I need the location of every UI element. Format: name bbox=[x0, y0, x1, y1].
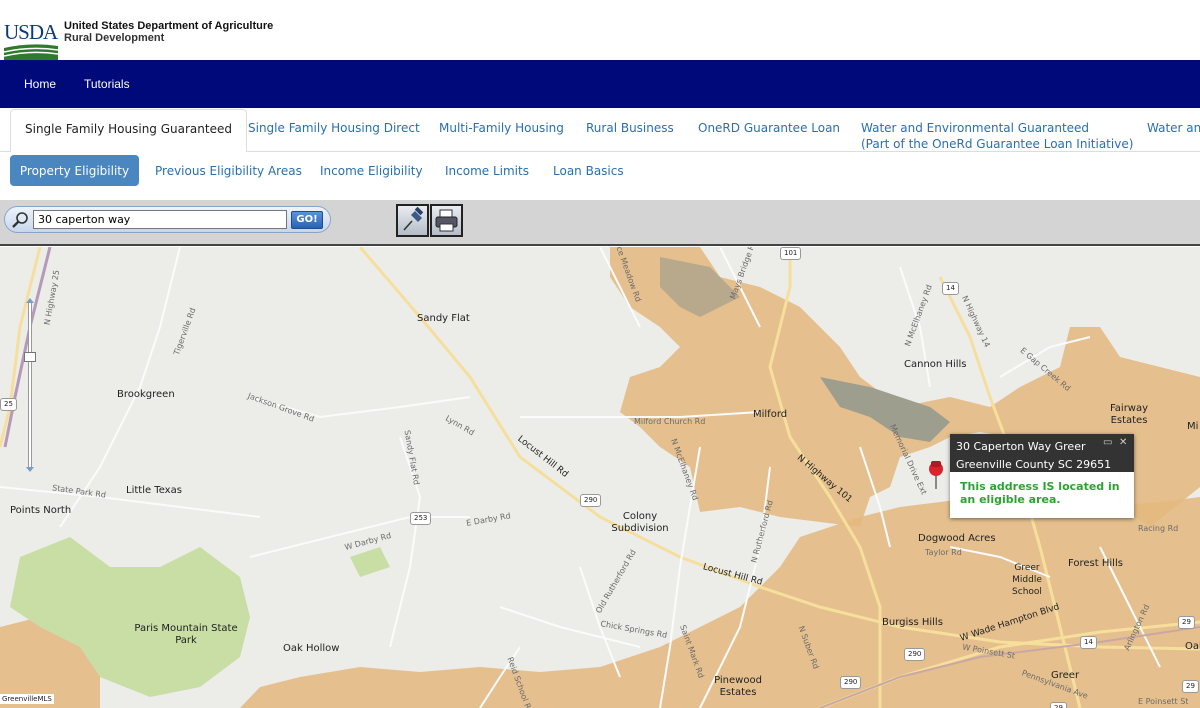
place-label: Forest Hills bbox=[1068, 558, 1123, 569]
place-label: Mi bbox=[1187, 421, 1199, 432]
road-label: E Poinsett St bbox=[1138, 697, 1189, 706]
place-label: Greer Middle School bbox=[1012, 563, 1042, 597]
road-label: Milford Church Rd bbox=[634, 417, 706, 426]
place-label: Little Texas bbox=[126, 485, 182, 496]
route-shield: 29 bbox=[1178, 616, 1195, 629]
print-button[interactable] bbox=[430, 204, 463, 237]
tab-multi-family[interactable]: Multi-Family Housing bbox=[439, 120, 564, 136]
place-label: Pinewood Estates bbox=[714, 675, 762, 698]
usda-logo[interactable]: USDA bbox=[2, 10, 58, 60]
place-label: Sandy Flat bbox=[417, 313, 470, 324]
route-shield: 14 bbox=[942, 282, 959, 295]
logo-field-icon bbox=[4, 44, 58, 60]
tab-rural-business[interactable]: Rural Business bbox=[586, 120, 674, 136]
go-button[interactable]: GO! bbox=[291, 211, 323, 229]
search-box: GO! bbox=[4, 206, 331, 233]
zoom-slider[interactable] bbox=[24, 296, 36, 476]
tab-onerd-loan[interactable]: OneRD Guarantee Loan bbox=[698, 120, 840, 136]
tab-previous-areas[interactable]: Previous Eligibility Areas bbox=[155, 164, 302, 178]
location-pin-icon bbox=[929, 461, 943, 489]
place-label: Brookgreen bbox=[117, 389, 175, 400]
nav-tutorials[interactable]: Tutorials bbox=[84, 77, 130, 91]
place-label: Oak bbox=[1185, 641, 1200, 652]
eligibility-message: This address IS located in an eligible a… bbox=[960, 480, 1120, 506]
search-icon bbox=[12, 212, 28, 228]
route-shield: 25 bbox=[0, 398, 17, 411]
agency-line1: United States Department of Agriculture bbox=[64, 20, 274, 32]
map-toolbar: GO! bbox=[0, 200, 1200, 246]
zoom-in-icon[interactable] bbox=[24, 296, 36, 304]
zoom-out-icon[interactable] bbox=[24, 466, 36, 474]
tab-sfh-guaranteed[interactable]: Single Family Housing Guaranteed bbox=[10, 109, 247, 153]
address-popup: 30 Caperton Way Greer Greenville County … bbox=[950, 434, 1134, 518]
route-shield: 290 bbox=[840, 676, 862, 689]
agency-line2: Rural Development bbox=[64, 32, 165, 44]
tab-water-env-label: Water and Environmental Guaranteed bbox=[861, 121, 1090, 135]
mls-watermark: GreenvilleMLS bbox=[0, 694, 54, 704]
route-shield: 290 bbox=[904, 648, 926, 661]
route-shield: 290 bbox=[580, 494, 602, 507]
road-label: Taylor Rd bbox=[925, 548, 962, 557]
place-label: Burgiss Hills bbox=[882, 617, 943, 628]
zoom-track[interactable] bbox=[28, 302, 32, 470]
tab-property-eligibility[interactable]: Property Eligibility bbox=[10, 155, 139, 186]
zoom-handle[interactable] bbox=[24, 352, 36, 362]
tab-income-limits[interactable]: Income Limits bbox=[445, 164, 529, 178]
park-area-small bbox=[350, 547, 390, 577]
printer-icon bbox=[435, 209, 458, 232]
tab-water-env-sub: (Part of the OneRd Guarantee Loan Initia… bbox=[861, 137, 1134, 151]
route-shield: 29 bbox=[1182, 680, 1199, 693]
tab-sfh-direct[interactable]: Single Family Housing Direct bbox=[248, 120, 420, 136]
close-icon[interactable]: ✕ bbox=[1119, 437, 1127, 448]
place-label: Dogwood Acres bbox=[918, 533, 996, 544]
place-label: Fairway Estates bbox=[1109, 403, 1149, 426]
tab-income-eligibility[interactable]: Income Eligibility bbox=[320, 164, 423, 178]
pushpin-icon bbox=[403, 206, 424, 231]
nav-home[interactable]: Home bbox=[24, 77, 56, 91]
place-label: Oak Hollow bbox=[283, 643, 340, 654]
agency-name: United States Department of Agriculture … bbox=[64, 20, 273, 44]
sub-tabs: Property Eligibility Previous Eligibilit… bbox=[0, 152, 1200, 200]
route-shield: 253 bbox=[410, 512, 432, 525]
route-shield: 101 bbox=[780, 247, 802, 260]
tab-water-more[interactable]: Water and bbox=[1147, 120, 1200, 136]
site-header: USDA United States Department of Agricul… bbox=[0, 0, 1200, 60]
place-label: Points North bbox=[10, 505, 72, 516]
top-nav: Home Tutorials bbox=[0, 60, 1200, 108]
search-input[interactable] bbox=[33, 210, 287, 229]
tab-loan-basics[interactable]: Loan Basics bbox=[553, 164, 624, 178]
tab-water-env[interactable]: Water and Environmental Guaranteed (Part… bbox=[861, 120, 1133, 152]
pin-tool-button[interactable] bbox=[396, 204, 429, 237]
place-label: Cannon Hills bbox=[904, 359, 967, 370]
road-label: Racing Rd bbox=[1138, 524, 1179, 533]
route-shield: 29 bbox=[1050, 702, 1067, 708]
program-tabs: Single Family Housing Guaranteed Single … bbox=[0, 108, 1200, 153]
popup-address-line2: Greenville County SC 29651 bbox=[956, 458, 1112, 471]
place-label: Colony Subdivision bbox=[611, 511, 669, 534]
place-label: Milford bbox=[753, 409, 788, 420]
place-label: Paris Mountain State Park bbox=[134, 623, 238, 646]
maximize-icon[interactable]: ▭ bbox=[1103, 437, 1112, 448]
route-shield: 14 bbox=[1080, 636, 1097, 649]
